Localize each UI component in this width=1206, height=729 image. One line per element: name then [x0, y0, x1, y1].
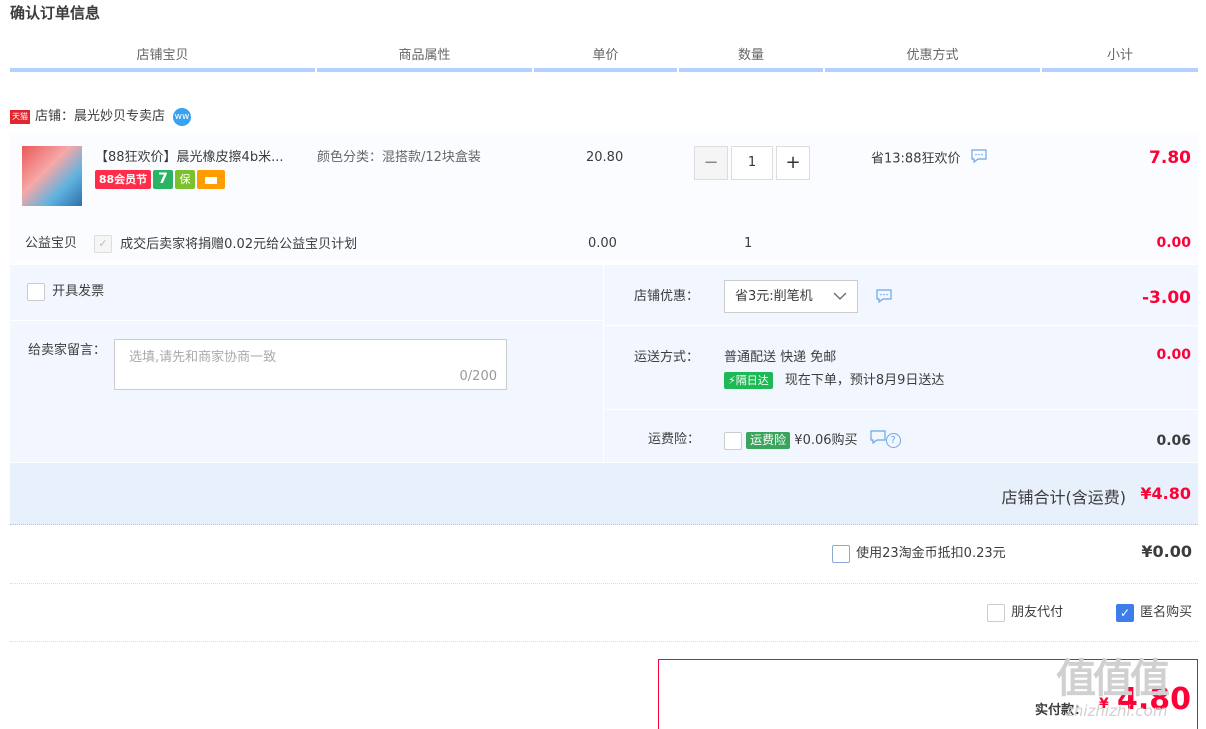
watermark-logo: 值值值 — [1056, 656, 1170, 702]
charity-qty: 1 — [744, 236, 753, 251]
anonymous-row: ✓ 匿名购买 — [1116, 603, 1192, 623]
unit-price: 20.80 — [586, 150, 624, 165]
col-header-price: 单价 — [534, 44, 677, 72]
shop-discount-value: 省3元:削笔机 — [735, 289, 813, 304]
shop-discount-label: 店铺优惠： — [634, 289, 700, 304]
charity-label: 公益宝贝 — [25, 236, 78, 251]
quantity-stepper: − 1 + — [694, 146, 810, 180]
product-attribute: 颜色分类：混搭款/12块盒装 — [317, 150, 481, 165]
increase-qty-button[interactable]: + — [776, 146, 810, 180]
help-icon[interactable]: ? — [885, 433, 901, 448]
comment-bubble-icon[interactable] — [870, 430, 886, 451]
tmall-icon: 天猫 — [10, 109, 30, 124]
page-title: 确认订单信息 — [10, 4, 101, 22]
watermark-text: zhizhizhi.com — [1066, 702, 1168, 720]
invoice-label[interactable]: 开具发票 — [52, 284, 104, 299]
divider — [604, 325, 1198, 326]
promo-88-badge: 88会员节 — [95, 170, 151, 189]
discount-info: 省13:88狂欢价 — [871, 149, 987, 169]
shop-line: 天猫 店铺：晨光妙贝专卖店 ww — [10, 106, 192, 128]
credit-card-icon — [197, 170, 225, 189]
col-header-item: 店铺宝贝 — [10, 44, 315, 72]
shipping-label: 运送方式： — [634, 350, 700, 365]
shipping-eta: 现在下单，预计8月9日送达 — [784, 373, 945, 388]
lightning-icon: ⚡ — [728, 374, 736, 387]
table-header: 店铺宝贝 商品属性 单价 数量 优惠方式 小计 — [10, 44, 1198, 72]
friend-pay-label[interactable]: 朋友代付 — [1011, 605, 1063, 620]
item-subtotal: 7.80 — [1149, 148, 1191, 168]
col-header-discount: 优惠方式 — [825, 44, 1040, 72]
coins-amount: ¥0.00 — [1141, 542, 1192, 561]
charity-checkbox[interactable]: ✓ — [94, 235, 112, 253]
next-day-tag: ⚡隔日达 — [724, 372, 773, 389]
col-header-attr: 商品属性 — [317, 44, 532, 72]
message-counter: 0/200 — [459, 369, 497, 384]
shop-total-label: 店铺合计(含运费) — [1001, 488, 1127, 507]
col-header-qty: 数量 — [679, 44, 823, 72]
decrease-qty-button[interactable]: − — [694, 146, 728, 180]
charity-subtotal: 0.00 — [1156, 235, 1191, 251]
insurance-tag: 运费险 — [746, 432, 791, 449]
divider — [604, 409, 1198, 410]
invoice-checkbox[interactable] — [27, 282, 45, 301]
coins-row: 使用23淘金币抵扣0.23元 — [832, 544, 1006, 564]
divider — [10, 320, 603, 321]
friend-pay-row: 朋友代付 — [987, 603, 1063, 623]
insurance-text: ¥0.06购买 — [794, 433, 858, 448]
seven-day-return-icon: 7 — [153, 170, 173, 189]
product-title[interactable]: 【88狂欢价】晨光橡皮擦4b米... — [95, 149, 310, 167]
charity-row: ✓ 成交后卖家将捐赠0.02元给公益宝贝计划 — [94, 235, 357, 254]
anonymous-checkbox[interactable]: ✓ — [1116, 603, 1134, 622]
insurance-label: 运费险： — [648, 432, 701, 447]
comment-bubble-icon[interactable] — [876, 289, 892, 307]
shop-total-amount: ¥4.80 — [1140, 484, 1191, 503]
insurance-row: 运费险 ¥0.06购买 ? — [724, 430, 901, 451]
coins-checkbox[interactable] — [832, 544, 850, 563]
product-thumbnail[interactable] — [22, 146, 82, 206]
message-placeholder: 选填,请先和商家协商一致 — [129, 350, 277, 365]
shop-discount-select[interactable]: 省3元:削笔机 — [724, 280, 858, 313]
charity-price: 0.00 — [588, 236, 617, 251]
coins-label[interactable]: 使用23淘金币抵扣0.23元 — [856, 546, 1006, 561]
col-header-subtotal: 小计 — [1042, 44, 1198, 72]
shop-name[interactable]: 店铺：晨光妙贝专卖店 — [35, 109, 165, 124]
guarantee-icon: 保 — [175, 170, 195, 189]
product-badges: 88会员节 7 保 — [95, 170, 227, 190]
discount-text: 省13:88狂欢价 — [871, 151, 961, 167]
message-textarea[interactable]: 选填,请先和商家协商一致 0/200 — [114, 339, 507, 390]
anonymous-label[interactable]: 匿名购买 — [1140, 605, 1192, 620]
shipping-amount: 0.00 — [1156, 347, 1191, 363]
shipping-method: 普通配送 快递 免邮 — [724, 350, 837, 365]
charity-text: 成交后卖家将捐赠0.02元给公益宝贝计划 — [120, 236, 358, 252]
chevron-down-icon — [833, 281, 847, 324]
shipping-eta-row: ⚡隔日达 现在下单，预计8月9日送达 — [724, 372, 944, 390]
shop-total-bar: 店铺合计(含运费) ¥4.80 — [10, 463, 1198, 525]
comment-bubble-icon[interactable] — [971, 149, 987, 169]
wangwang-chat-icon[interactable]: ww — [173, 107, 192, 126]
divider — [10, 641, 1198, 642]
insurance-amount: 0.06 — [1156, 433, 1191, 449]
invoice-row: 开具发票 — [27, 282, 104, 302]
message-label: 给卖家留言： — [28, 343, 107, 358]
divider — [10, 583, 1198, 584]
insurance-checkbox[interactable] — [724, 431, 742, 450]
quantity-input[interactable]: 1 — [731, 146, 773, 180]
shop-discount-amount: -3.00 — [1142, 288, 1191, 308]
friend-pay-checkbox[interactable] — [987, 603, 1005, 622]
